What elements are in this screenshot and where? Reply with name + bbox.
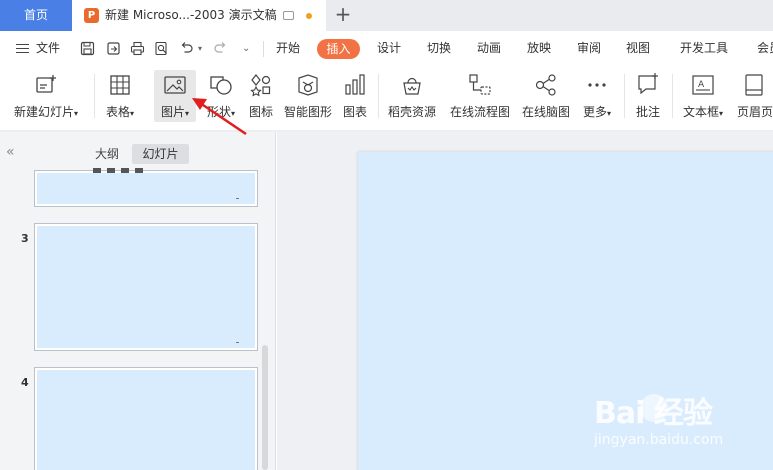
picture-button[interactable]: 图片▾: [154, 70, 196, 122]
undo-dropdown-icon[interactable]: ▾: [198, 31, 202, 66]
more-label: 更多▾: [582, 105, 612, 119]
ribbon-separator: [672, 74, 673, 118]
online-flowchart-label: 在线流程图: [449, 105, 510, 119]
chart-icon: [345, 74, 365, 95]
unsaved-dot-icon: [306, 13, 312, 19]
chart-label: 图表: [342, 105, 367, 119]
icons-button[interactable]: 图标: [244, 70, 278, 122]
slides-panel: « 大纲 幻灯片 3 4: [0, 132, 276, 470]
smart-graphic-icon: [298, 74, 318, 96]
tab-home[interactable]: 首页: [0, 0, 72, 31]
comment-button[interactable]: 批注: [630, 70, 666, 122]
shape-label: 形状▾: [206, 105, 236, 119]
table-label: 表格▾: [105, 105, 135, 119]
menu-bar: 文件 ▾ ⌄ 开始 插入 设计 切换 动画 放映 审阅 视图 开发工具 会员: [0, 31, 773, 66]
menu-separator: [263, 41, 264, 57]
quick-access-dropdown-icon[interactable]: ⌄: [242, 31, 250, 66]
header-footer-label: 页眉页: [737, 105, 773, 119]
smart-graphic-button[interactable]: 智能图形: [282, 70, 334, 122]
presentation-app-icon: P: [84, 8, 99, 23]
new-slide-button[interactable]: 新建幻灯片▾: [8, 70, 84, 122]
chart-button[interactable]: 图表: [338, 70, 372, 122]
online-mindmap-button[interactable]: 在线脑图: [518, 70, 574, 122]
icons-icon: [250, 74, 271, 97]
svg-text:A: A: [698, 80, 705, 90]
picture-label: 图片▾: [160, 105, 190, 119]
collapse-panel-icon[interactable]: «: [6, 144, 15, 160]
new-slide-icon: [36, 75, 56, 93]
menu-insert[interactable]: 插入: [317, 39, 360, 59]
docer-resources-button[interactable]: 稻壳资源: [384, 70, 440, 122]
slide-thumbnail-2[interactable]: [34, 168, 258, 207]
online-flowchart-button[interactable]: 在线流程图: [446, 70, 514, 122]
slide-thumbnail-text: [93, 168, 149, 173]
menu-review[interactable]: 审阅: [577, 31, 601, 66]
textbox-label: 文本框▾: [682, 105, 724, 119]
watermark-logo-text: Bai 经验: [594, 396, 713, 431]
slide-thumbnail-3[interactable]: [34, 223, 258, 351]
header-footer-button[interactable]: 页眉页: [734, 70, 773, 122]
insert-ribbon: 新建幻灯片▾ 表格▾ 图片▾ 形状▾ 图标 智能图形 图表 稻壳资源 在线流程图…: [0, 66, 773, 130]
table-icon: [110, 75, 130, 95]
slide-number-3: 3: [21, 232, 29, 245]
watermark-url: jingyan.baidu.com: [594, 432, 724, 448]
menu-design[interactable]: 设计: [377, 31, 401, 66]
header-footer-icon: [744, 74, 763, 96]
textbox-button[interactable]: A 文本框▾: [678, 70, 728, 122]
menu-view[interactable]: 视图: [626, 31, 650, 66]
menu-slideshow[interactable]: 放映: [527, 31, 551, 66]
panel-scrollbar[interactable]: [262, 345, 268, 470]
menu-developer[interactable]: 开发工具: [680, 31, 728, 66]
redo-icon[interactable]: [213, 41, 228, 56]
print-icon[interactable]: [130, 41, 145, 56]
export-icon[interactable]: [106, 41, 121, 56]
slide-number-4: 4: [21, 376, 29, 389]
tab-bar: 首页 P 新建 Microso...-2003 演示文稿 +: [0, 0, 773, 31]
baidu-watermark: Bai 经验 jingyan.baidu.com: [594, 388, 764, 458]
hamburger-menu-icon[interactable]: [16, 44, 29, 53]
menu-member[interactable]: 会员: [757, 31, 773, 66]
slide-thumbnail-mark: [236, 342, 239, 343]
cloud-sync-icon[interactable]: [283, 11, 294, 20]
textbox-icon: A: [692, 75, 714, 95]
new-tab-button[interactable]: +: [333, 0, 353, 31]
ribbon-separator: [624, 74, 625, 118]
print-preview-icon[interactable]: [154, 41, 169, 56]
save-icon[interactable]: [80, 41, 95, 56]
docer-resources-label: 稻壳资源: [387, 105, 436, 119]
document-tab-title: 新建 Microso...-2003 演示文稿: [105, 8, 277, 22]
picture-icon: [164, 76, 186, 94]
ribbon-separator: [378, 74, 379, 118]
more-dots-icon: [588, 83, 606, 87]
tab-outline[interactable]: 大纲: [85, 144, 129, 164]
comment-label: 批注: [635, 105, 660, 119]
online-mindmap-label: 在线脑图: [521, 105, 570, 119]
shape-button[interactable]: 形状▾: [200, 70, 242, 122]
comment-icon: [638, 73, 658, 95]
flowchart-icon: [469, 74, 491, 95]
ribbon-separator: [94, 74, 95, 118]
slide-thumbnail-mark: [236, 198, 239, 199]
tab-slides[interactable]: 幻灯片: [132, 144, 189, 164]
smart-graphic-label: 智能图形: [283, 105, 332, 119]
more-button[interactable]: 更多▾: [578, 70, 616, 122]
menu-file[interactable]: 文件: [36, 31, 60, 66]
new-slide-label: 新建幻灯片▾: [13, 105, 79, 119]
tab-document[interactable]: P 新建 Microso...-2003 演示文稿: [72, 0, 326, 31]
menu-start[interactable]: 开始: [276, 31, 300, 66]
shape-icon: [210, 76, 232, 95]
undo-icon[interactable]: [179, 41, 194, 56]
menu-animation[interactable]: 动画: [477, 31, 501, 66]
icons-label: 图标: [248, 105, 273, 119]
slide-thumbnail-4[interactable]: [34, 367, 258, 470]
table-button[interactable]: 表格▾: [100, 70, 140, 122]
docer-resources-icon: [403, 77, 421, 95]
mindmap-icon: [535, 74, 556, 96]
menu-transition[interactable]: 切换: [427, 31, 451, 66]
